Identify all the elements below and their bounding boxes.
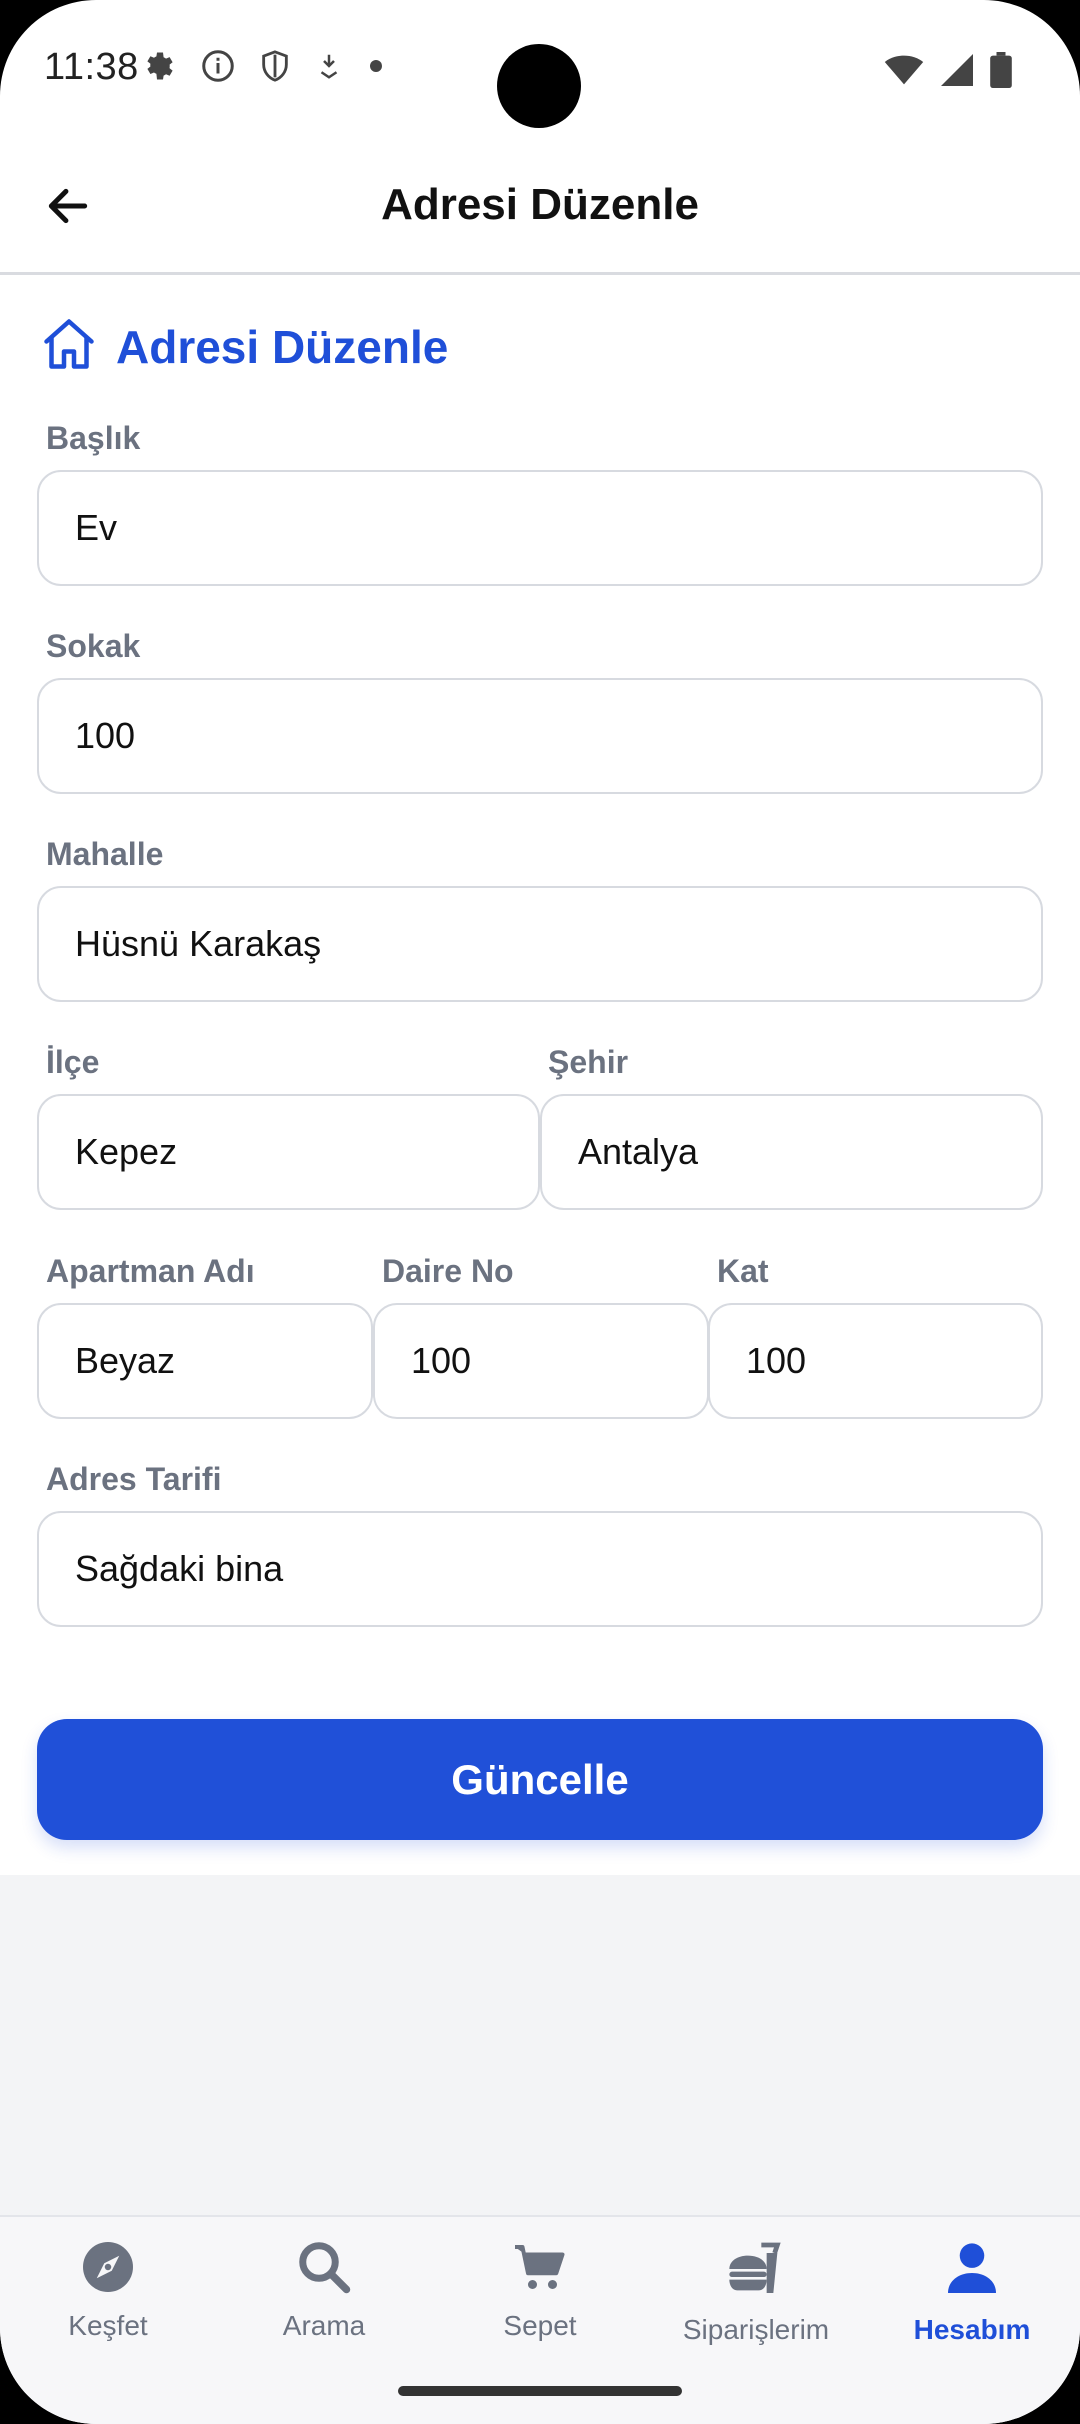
kat-input[interactable] bbox=[746, 1340, 1005, 1382]
nav-label: Keşfet bbox=[68, 2310, 148, 2341]
user-icon bbox=[940, 2237, 1004, 2306]
status-right-icons bbox=[884, 52, 1012, 93]
sokak-field[interactable] bbox=[37, 678, 1043, 794]
nav-label: Arama bbox=[282, 2310, 366, 2341]
tarif-field[interactable] bbox=[37, 1511, 1043, 1627]
nav-item-kesfet[interactable]: Keşfet bbox=[0, 2237, 216, 2367]
tarif-label: Adres Tarifi bbox=[46, 1461, 222, 1497]
status-bar: 11:38 bbox=[0, 0, 1080, 140]
daire-label: Daire No bbox=[382, 1253, 514, 1289]
ilce-label: İlçe bbox=[46, 1044, 100, 1080]
sokak-input[interactable] bbox=[75, 715, 1005, 757]
nav-label: Sepet bbox=[503, 2310, 577, 2341]
sehir-label: Şehir bbox=[548, 1044, 629, 1080]
nav-item-hesabim[interactable]: Hesabım bbox=[864, 2237, 1080, 2367]
sehir-input[interactable] bbox=[578, 1131, 1005, 1173]
nav-label: Siparişlerim bbox=[682, 2314, 830, 2345]
baslik-label: Başlık bbox=[46, 420, 141, 456]
mahalle-label: Mahalle bbox=[46, 836, 164, 872]
home-icon bbox=[38, 314, 100, 379]
sokak-label: Sokak bbox=[46, 628, 141, 664]
ilce-input[interactable] bbox=[75, 1131, 502, 1173]
empty-area bbox=[0, 1875, 1080, 2215]
download-icon bbox=[314, 49, 344, 83]
baslik-input[interactable] bbox=[75, 507, 1005, 549]
mahalle-field[interactable] bbox=[37, 886, 1043, 1002]
info-icon bbox=[200, 48, 236, 84]
daire-field[interactable] bbox=[373, 1303, 709, 1419]
battery-icon bbox=[990, 52, 1012, 93]
kat-field[interactable] bbox=[708, 1303, 1043, 1419]
baslik-field[interactable] bbox=[37, 470, 1043, 586]
status-icons bbox=[142, 48, 386, 84]
apartman-input[interactable] bbox=[75, 1340, 335, 1382]
phone-screen: 11:38 Adresi Düzenle Adresi Düzenle Başl… bbox=[0, 0, 1080, 2424]
search-icon bbox=[294, 2237, 354, 2302]
status-time: 11:38 bbox=[44, 46, 139, 88]
camera-cutout bbox=[497, 44, 581, 128]
gear-icon bbox=[142, 48, 178, 84]
update-button[interactable]: Güncelle bbox=[37, 1719, 1043, 1840]
apartman-field[interactable] bbox=[37, 1303, 373, 1419]
nav-label: Hesabım bbox=[913, 2314, 1031, 2345]
kat-label: Kat bbox=[717, 1253, 769, 1289]
section-header: Adresi Düzenle bbox=[38, 314, 448, 379]
home-indicator bbox=[398, 2386, 682, 2396]
signal-icon bbox=[940, 54, 974, 91]
food-icon bbox=[724, 2237, 788, 2306]
compass-icon bbox=[78, 2237, 138, 2302]
nav-item-arama[interactable]: Arama bbox=[216, 2237, 432, 2367]
mahalle-input[interactable] bbox=[75, 923, 1005, 965]
wifi-icon bbox=[884, 54, 924, 91]
daire-input[interactable] bbox=[411, 1340, 671, 1382]
ilce-field[interactable] bbox=[37, 1094, 540, 1210]
sehir-field[interactable] bbox=[540, 1094, 1043, 1210]
shield-icon bbox=[258, 48, 292, 84]
cart-icon bbox=[510, 2237, 570, 2302]
tarif-input[interactable] bbox=[75, 1548, 1005, 1590]
page-title: Adresi Düzenle bbox=[381, 180, 699, 229]
nav-item-siparislerim[interactable]: Siparişlerim bbox=[648, 2237, 864, 2367]
section-title: Adresi Düzenle bbox=[116, 320, 449, 373]
edit-address-form: Adresi Düzenle Başlık Sokak Mahalle İlçe… bbox=[0, 278, 1080, 1875]
apartman-label: Apartman Adı bbox=[46, 1253, 255, 1289]
app-bar: Adresi Düzenle bbox=[0, 140, 1080, 275]
nav-item-sepet[interactable]: Sepet bbox=[432, 2237, 648, 2367]
dot-icon bbox=[366, 56, 386, 76]
